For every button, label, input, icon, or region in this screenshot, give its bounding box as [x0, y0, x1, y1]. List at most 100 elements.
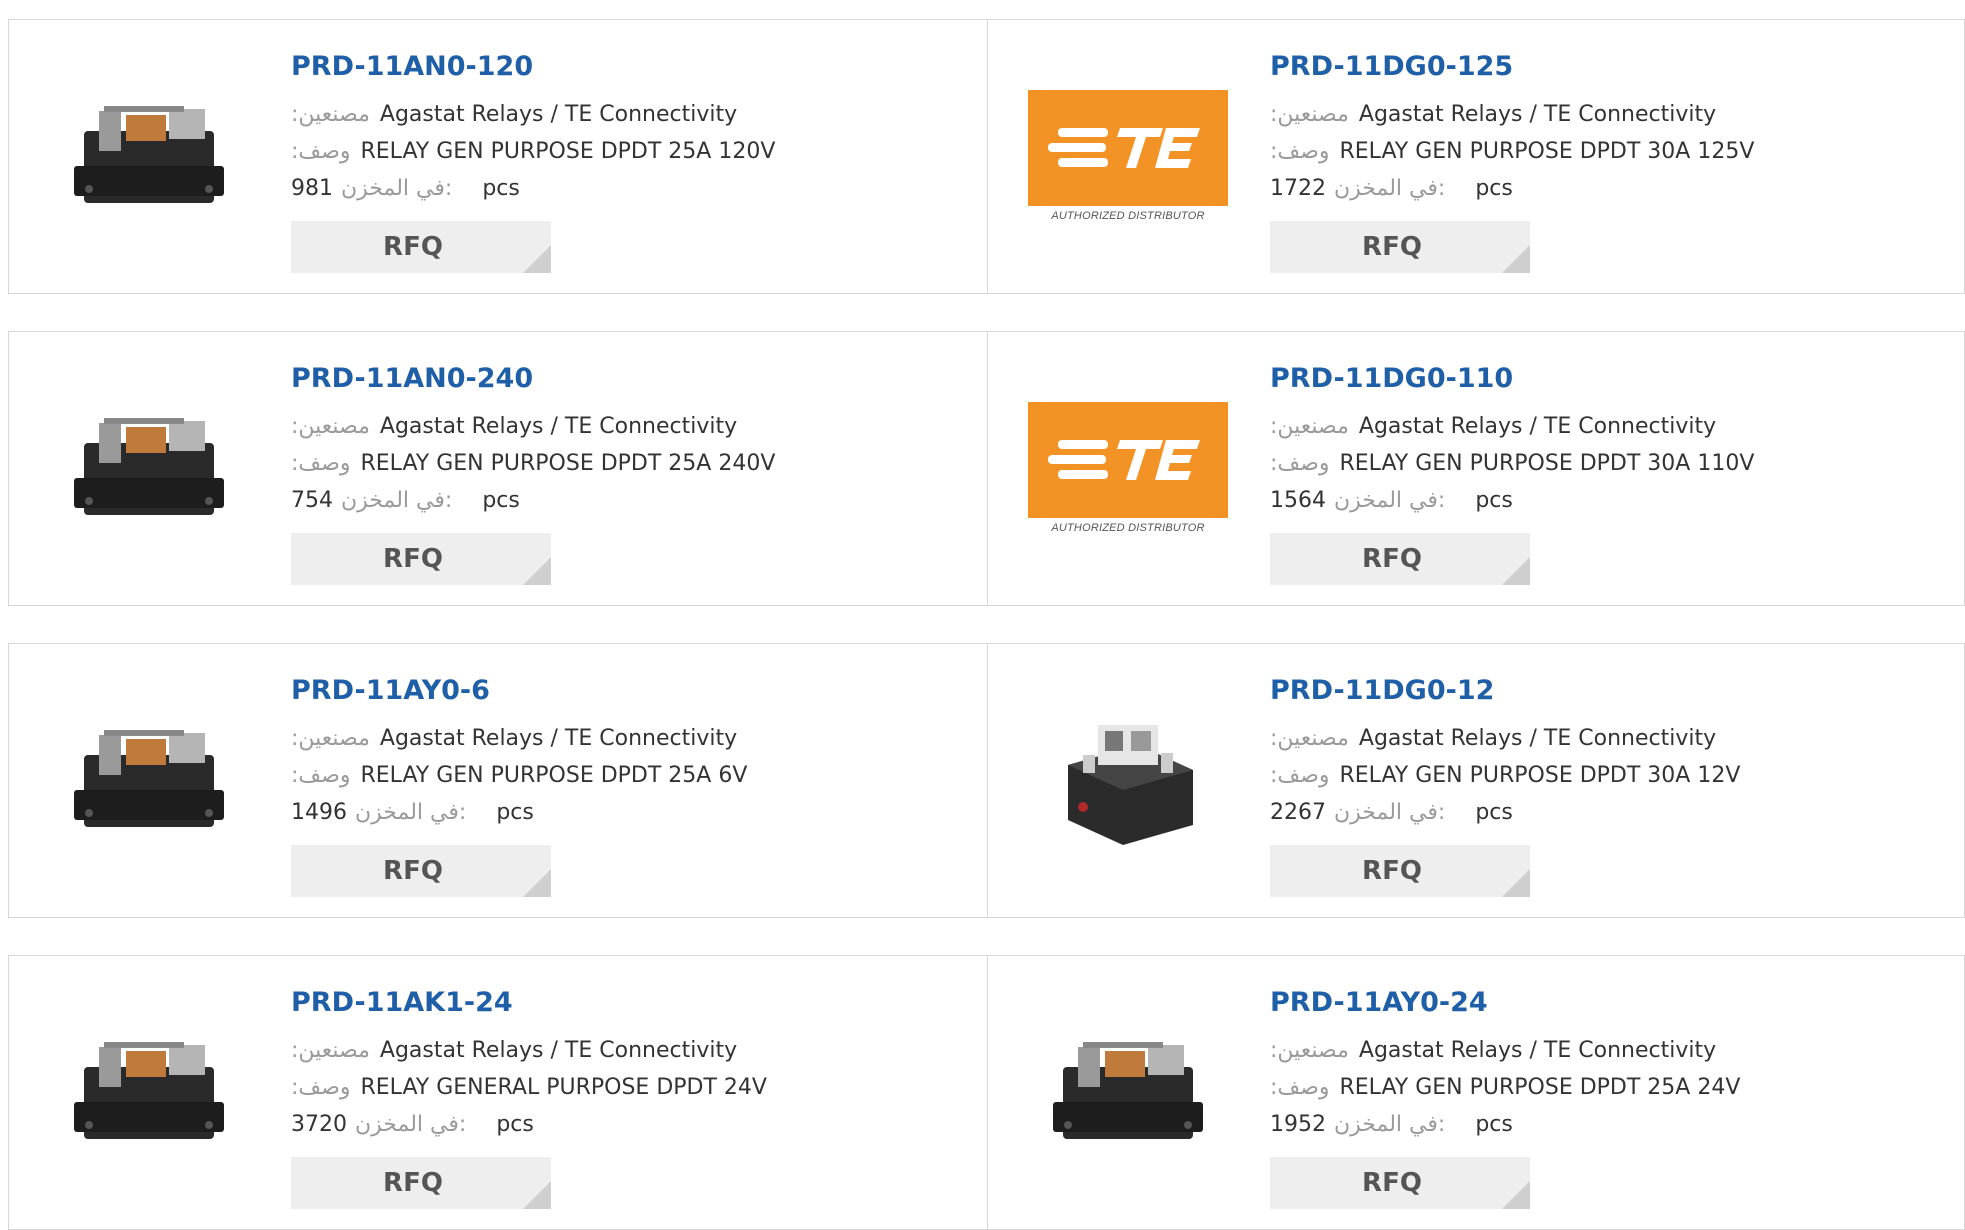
stock-value: 1564	[1270, 488, 1326, 513]
rfq-button[interactable]: RFQ	[1270, 533, 1530, 585]
product-card: PRD-11AN0-120 :مصنعين Agastat Relays / T…	[9, 20, 987, 293]
stock-label: في المخزن:	[355, 1112, 467, 1137]
product-card: PRD-11AN0-240 :مصنعين Agastat Relays / T…	[9, 332, 987, 605]
manufacturer-value: Agastat Relays / TE Connectivity	[379, 726, 738, 751]
description-value: RELAY GEN PURPOSE DPDT 30A 12V	[1339, 763, 1741, 788]
corner-triangle-icon	[523, 245, 551, 273]
relay-image[interactable]	[1028, 992, 1228, 1192]
description-value: RELAY GEN PURPOSE DPDT 25A 120V	[360, 139, 776, 164]
relay-open-icon	[1068, 725, 1193, 845]
manufacturer-line: :مصنعين Agastat Relays / TE Connectivity	[291, 414, 737, 439]
relay-icon	[74, 1042, 224, 1139]
rfq-button[interactable]: RFQ	[291, 1157, 551, 1209]
part-number-link[interactable]: PRD-11DG0-110	[1270, 363, 1513, 394]
stock-unit: pcs	[496, 1112, 534, 1137]
relay-image[interactable]	[49, 680, 249, 880]
product-row: PRD-11AN0-120 :مصنعين Agastat Relays / T…	[8, 19, 1965, 294]
description-line: :وصف RELAY GEN PURPOSE DPDT 25A 120V	[291, 139, 775, 164]
te-logo-icon	[1028, 90, 1228, 206]
description-label: :وصف	[291, 1075, 351, 1100]
description-value: RELAY GEN PURPOSE DPDT 25A 240V	[360, 451, 776, 476]
te-logo-icon	[1028, 402, 1228, 518]
relay-image[interactable]	[49, 56, 249, 256]
description-label: :وصف	[291, 763, 351, 788]
rfq-button[interactable]: RFQ	[1270, 1157, 1530, 1209]
stock-value: 754	[291, 488, 333, 513]
stock-unit: pcs	[482, 488, 520, 513]
part-number-link[interactable]: PRD-11AY0-24	[1270, 987, 1488, 1018]
stock-label: في المخزن:	[1334, 1112, 1446, 1137]
stock-unit: pcs	[496, 800, 534, 825]
manufacturer-line: :مصنعين Agastat Relays / TE Connectivity	[1270, 414, 1716, 439]
description-value: RELAY GEN PURPOSE DPDT 25A 6V	[360, 763, 748, 788]
corner-triangle-icon	[1502, 1181, 1530, 1209]
manufacturer-label: :مصنعين	[291, 102, 370, 127]
description-label: :وصف	[1270, 139, 1330, 164]
stock-label: في المخزن:	[1334, 800, 1446, 825]
product-row: PRD-11AK1-24 :مصنعين Agastat Relays / TE…	[8, 955, 1965, 1230]
corner-triangle-icon	[1502, 557, 1530, 585]
relay-image[interactable]	[1028, 680, 1228, 880]
stock-line: 981 في المخزن: pcs	[291, 176, 520, 201]
corner-triangle-icon	[1502, 245, 1530, 273]
description-line: :وصف RELAY GEN PURPOSE DPDT 30A 12V	[1270, 763, 1740, 788]
stock-value: 2267	[1270, 800, 1326, 825]
stock-unit: pcs	[1475, 488, 1513, 513]
stock-unit: pcs	[482, 176, 520, 201]
product-card: PRD-11AK1-24 :مصنعين Agastat Relays / TE…	[9, 956, 987, 1229]
stock-label: في المخزن:	[1334, 488, 1446, 513]
manufacturer-label: :مصنعين	[291, 1038, 370, 1063]
rfq-label: RFQ	[1362, 1168, 1422, 1198]
description-label: :وصف	[1270, 763, 1330, 788]
rfq-label: RFQ	[383, 232, 443, 262]
stock-value: 981	[291, 176, 333, 201]
description-value: RELAY GEN PURPOSE DPDT 30A 125V	[1339, 139, 1755, 164]
stock-value: 1722	[1270, 176, 1326, 201]
relay-icon	[1053, 1042, 1203, 1139]
rfq-button[interactable]: RFQ	[291, 533, 551, 585]
manufacturer-value: Agastat Relays / TE Connectivity	[1358, 726, 1717, 751]
stock-line: 1952 في المخزن: pcs	[1270, 1112, 1513, 1137]
description-line: :وصف RELAY GEN PURPOSE DPDT 30A 125V	[1270, 139, 1754, 164]
relay-image[interactable]	[49, 992, 249, 1192]
part-number-link[interactable]: PRD-11AK1-24	[291, 987, 513, 1018]
rfq-label: RFQ	[383, 544, 443, 574]
part-number-link[interactable]: PRD-11AN0-120	[291, 51, 533, 82]
manufacturer-value: Agastat Relays / TE Connectivity	[379, 414, 738, 439]
rfq-label: RFQ	[1362, 544, 1422, 574]
rfq-button[interactable]: RFQ	[291, 221, 551, 273]
te-logo: AUTHORIZED DISTRIBUTOR	[1028, 402, 1228, 534]
te-logo-image[interactable]: AUTHORIZED DISTRIBUTOR	[1028, 368, 1228, 568]
rfq-button[interactable]: RFQ	[291, 845, 551, 897]
product-card: PRD-11DG0-12 :مصنعين Agastat Relays / TE…	[987, 644, 1965, 917]
description-line: :وصف RELAY GENERAL PURPOSE DPDT 24V	[291, 1075, 767, 1100]
te-caption: AUTHORIZED DISTRIBUTOR	[1051, 210, 1205, 222]
rfq-button[interactable]: RFQ	[1270, 845, 1530, 897]
stock-label: في المخزن:	[1334, 176, 1446, 201]
rfq-button[interactable]: RFQ	[1270, 221, 1530, 273]
manufacturer-label: :مصنعين	[291, 726, 370, 751]
description-label: :وصف	[291, 451, 351, 476]
manufacturer-line: :مصنعين Agastat Relays / TE Connectivity	[291, 726, 737, 751]
description-line: :وصف RELAY GEN PURPOSE DPDT 25A 6V	[291, 763, 747, 788]
stock-line: 1496 في المخزن: pcs	[291, 800, 534, 825]
description-value: RELAY GEN PURPOSE DPDT 25A 24V	[1339, 1075, 1741, 1100]
manufacturer-value: Agastat Relays / TE Connectivity	[379, 1038, 738, 1063]
rfq-label: RFQ	[1362, 856, 1422, 886]
manufacturer-line: :مصنعين Agastat Relays / TE Connectivity	[291, 102, 737, 127]
relay-icon	[74, 730, 224, 827]
stock-unit: pcs	[1475, 1112, 1513, 1137]
stock-label: في المخزن:	[341, 176, 453, 201]
te-logo-image[interactable]: AUTHORIZED DISTRIBUTOR	[1028, 56, 1228, 256]
stock-line: 3720 في المخزن: pcs	[291, 1112, 534, 1137]
part-number-link[interactable]: PRD-11DG0-12	[1270, 675, 1494, 706]
description-label: :وصف	[1270, 1075, 1330, 1100]
stock-label: في المخزن:	[355, 800, 467, 825]
part-number-link[interactable]: PRD-11AN0-240	[291, 363, 533, 394]
rfq-label: RFQ	[383, 856, 443, 886]
manufacturer-label: :مصنعين	[1270, 726, 1349, 751]
manufacturer-value: Agastat Relays / TE Connectivity	[379, 102, 738, 127]
part-number-link[interactable]: PRD-11AY0-6	[291, 675, 490, 706]
part-number-link[interactable]: PRD-11DG0-125	[1270, 51, 1513, 82]
relay-image[interactable]	[49, 368, 249, 568]
